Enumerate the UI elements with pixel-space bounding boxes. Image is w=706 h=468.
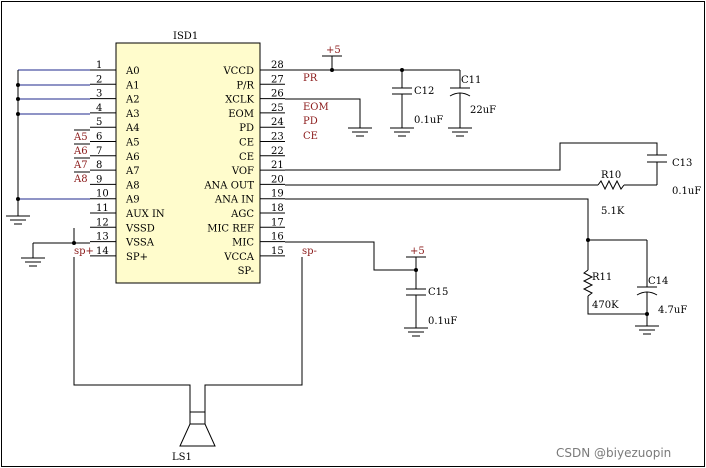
pin-number: 9 <box>96 174 102 185</box>
r11-value: 470K <box>592 300 619 311</box>
pin-number: 21 <box>271 160 284 171</box>
pin-name: ANA OUT <box>203 180 254 191</box>
pin-name: ANA IN <box>214 195 254 206</box>
power-label-top: +5 <box>326 45 341 56</box>
pin-name: VSSD <box>125 223 155 234</box>
chip-designator: ISD1 <box>173 31 198 42</box>
c12-value: 0.1uF <box>414 115 443 126</box>
pin-number: 11 <box>96 203 109 214</box>
pin-number: 22 <box>271 146 284 157</box>
net-label-sp-minus: sp- <box>302 246 317 257</box>
pin-name: A8 <box>125 180 140 191</box>
pin-number: 12 <box>96 217 109 228</box>
c11-ref: C11 <box>461 75 481 86</box>
pin-number: 6 <box>96 132 102 143</box>
pin-number: 24 <box>271 117 284 128</box>
pin-name-sp-minus: SP- <box>238 266 254 277</box>
c15-value: 0.1uF <box>428 316 457 327</box>
net-label-sp-plus: sp+ <box>74 246 94 257</box>
pin-number: 27 <box>271 74 284 85</box>
pin-number: 14 <box>96 246 109 257</box>
pin-name: VOF <box>231 166 254 177</box>
pin-number: 10 <box>96 189 109 200</box>
pin-number: 4 <box>96 103 102 114</box>
pin-number: 28 <box>271 60 284 71</box>
c14-value: 4.7uF <box>658 305 687 316</box>
net-label-eom: EOM <box>303 102 329 113</box>
ground-symbol-left <box>6 212 30 225</box>
pin-name: A4 <box>125 123 140 134</box>
resistor-r10[interactable] <box>597 179 625 191</box>
net-label-a6: A6 <box>73 146 88 157</box>
power-label-mid: +5 <box>410 246 425 257</box>
net-label-a5: A5 <box>73 132 88 143</box>
net-label-a7: A7 <box>73 160 88 171</box>
pin-name: A2 <box>125 95 140 106</box>
pin-number: 25 <box>271 103 284 114</box>
pin-name: EOM <box>228 109 254 120</box>
pin-name: A6 <box>125 152 140 163</box>
pin-name: A1 <box>125 80 140 91</box>
pin-number: 17 <box>271 217 284 228</box>
pin-number: 16 <box>271 232 284 243</box>
schematic-canvas: ISD1 1 A0 2 A1 3 A2 4 A3 5 A4 6 A5 7 A6 8 A7 9 A8 10 A9 11 AU… <box>0 0 706 468</box>
pin-name: SP+ <box>126 252 148 263</box>
c14-ref: C14 <box>648 276 668 287</box>
schematic-diagram: ISD1 1 A0 2 A1 3 A2 4 A3 5 A4 6 A5 7 A6 8 A7 9 A8 10 A9 11 AU… <box>1 1 705 467</box>
pin-name: VCCA <box>223 252 255 263</box>
net-label-pr: PR <box>303 73 318 84</box>
pin-number: 2 <box>96 74 102 85</box>
watermark: CSDN @biyezuopin <box>556 446 671 460</box>
pin-name: AGC <box>230 209 254 220</box>
r11-ref: R11 <box>592 272 612 283</box>
c11-value: 22uF <box>470 105 496 116</box>
pin-number: 1 <box>96 60 102 71</box>
pin-number: 20 <box>271 174 284 185</box>
pin-number: 8 <box>96 160 102 171</box>
c15-ref: C15 <box>428 287 448 298</box>
r10-value: 5.1K <box>601 206 625 217</box>
resistor-r11[interactable] <box>582 269 594 297</box>
pin-name: CE <box>239 138 254 149</box>
capacitor-c15[interactable] <box>404 288 428 337</box>
pin-name: P/R <box>236 80 254 91</box>
pin-name: A9 <box>125 195 140 206</box>
speaker-ref: LS1 <box>172 452 192 463</box>
pin-number: 15 <box>271 246 284 257</box>
pin-name: PD <box>239 123 254 134</box>
pin-name: VSSA <box>125 238 155 249</box>
net-label-pd: PD <box>303 116 318 127</box>
pin-number: 18 <box>271 203 284 214</box>
capacitor-c13[interactable] <box>647 154 667 163</box>
pin-number: 26 <box>271 89 284 100</box>
pin-name: A0 <box>125 66 140 77</box>
c13-ref: C13 <box>672 158 692 169</box>
pin-number: 19 <box>271 189 284 200</box>
pin-number: 5 <box>96 117 102 128</box>
pin-number: 23 <box>271 132 284 143</box>
pin-number: 7 <box>96 146 102 157</box>
pin-name: A7 <box>125 166 140 177</box>
c13-value: 0.1uF <box>672 186 701 197</box>
pin-name: A3 <box>125 109 140 120</box>
speaker-ls1[interactable] <box>179 411 216 447</box>
r10-ref: R10 <box>601 170 621 181</box>
pin-name: VCCD <box>222 66 254 77</box>
c12-ref: C12 <box>414 86 434 97</box>
pin-name: MIC <box>232 238 254 249</box>
pin-number: 3 <box>96 89 102 100</box>
pin-name: CE <box>239 152 254 163</box>
pin-name: A5 <box>125 138 140 149</box>
net-label-a8: A8 <box>73 174 88 185</box>
pin-number: 13 <box>96 232 109 243</box>
pin-name: MIC REF <box>207 223 254 234</box>
capacitor-c14[interactable] <box>635 240 659 335</box>
pin-name: XCLK <box>225 95 254 106</box>
capacitor-c12[interactable] <box>390 70 414 137</box>
pin-name: AUX IN <box>125 209 165 220</box>
net-label-ce: CE <box>303 131 318 142</box>
